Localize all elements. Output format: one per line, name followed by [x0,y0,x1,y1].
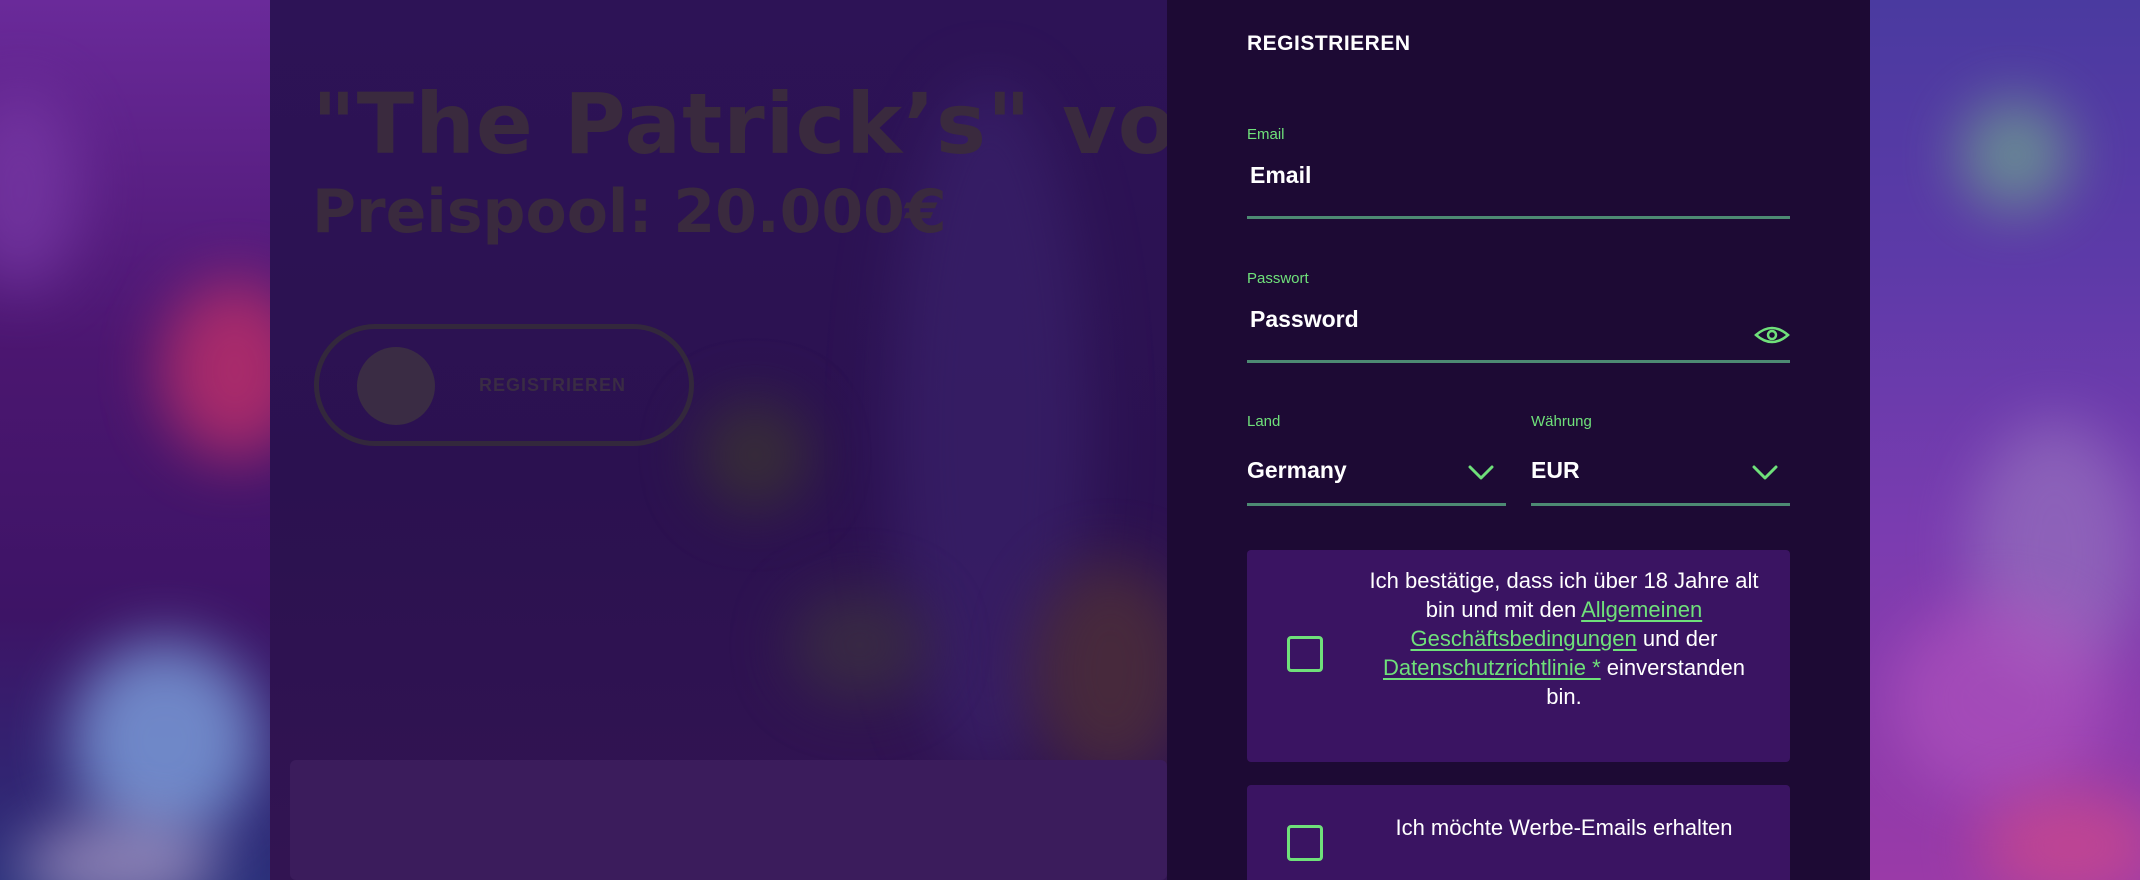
password-field[interactable]: Passwort Password [1247,270,1790,365]
chevron-down-icon[interactable] [1468,465,1494,481]
password-label: Passwort [1247,270,1309,287]
country-label: Land [1247,413,1281,430]
register-panel: REGISTRIEREN Email Email Passwort Passwo… [1167,0,1870,880]
password-underline [1247,360,1790,363]
terms-text: Ich bestätige, dass ich über 18 Jahre al… [1365,566,1763,711]
email-input[interactable]: Email [1250,162,1311,189]
password-input[interactable]: Password [1250,306,1359,333]
marketing-text: Ich möchte Werbe-Emails erhalten [1395,815,1733,840]
currency-underline [1531,503,1790,506]
terms-checkbox[interactable] [1287,636,1323,672]
marketing-consent-box: Ich möchte Werbe-Emails erhalten [1247,785,1790,880]
currency-select[interactable]: Währung EUR [1531,413,1790,508]
currency-label: Währung [1531,413,1592,430]
email-label: Email [1247,126,1285,143]
chevron-down-icon[interactable] [1752,465,1778,481]
marketing-checkbox[interactable] [1287,825,1323,861]
country-underline [1247,503,1506,506]
eye-icon[interactable] [1754,323,1790,347]
promo-title: "The Patrick’s" von [312,75,1167,173]
background-right [1870,0,2140,880]
terms-text-middle: und der [1642,626,1718,651]
promo-register-button: REGISTRIEREN [314,324,694,446]
banner-ground [290,760,1167,880]
country-value[interactable]: Germany [1247,457,1347,484]
currency-value[interactable]: EUR [1531,457,1580,484]
astronaut-play-icon [357,347,435,425]
promo-banner: "The Patrick’s" von Preispool: 20.000€ R… [270,0,1167,880]
register-title: REGISTRIEREN [1247,32,1411,55]
promo-prize-pool: Preispool: 20.000€ [312,177,947,247]
background-left [0,0,270,880]
privacy-link[interactable]: Datenschutzrichtlinie * [1383,655,1601,680]
country-select[interactable]: Land Germany [1247,413,1506,508]
promo-register-label: REGISTRIEREN [479,375,627,395]
email-field[interactable]: Email Email [1247,126,1790,221]
registration-screen: "The Patrick’s" von Preispool: 20.000€ R… [0,0,2140,880]
email-underline [1247,216,1790,219]
terms-consent-box: Ich bestätige, dass ich über 18 Jahre al… [1247,550,1790,762]
